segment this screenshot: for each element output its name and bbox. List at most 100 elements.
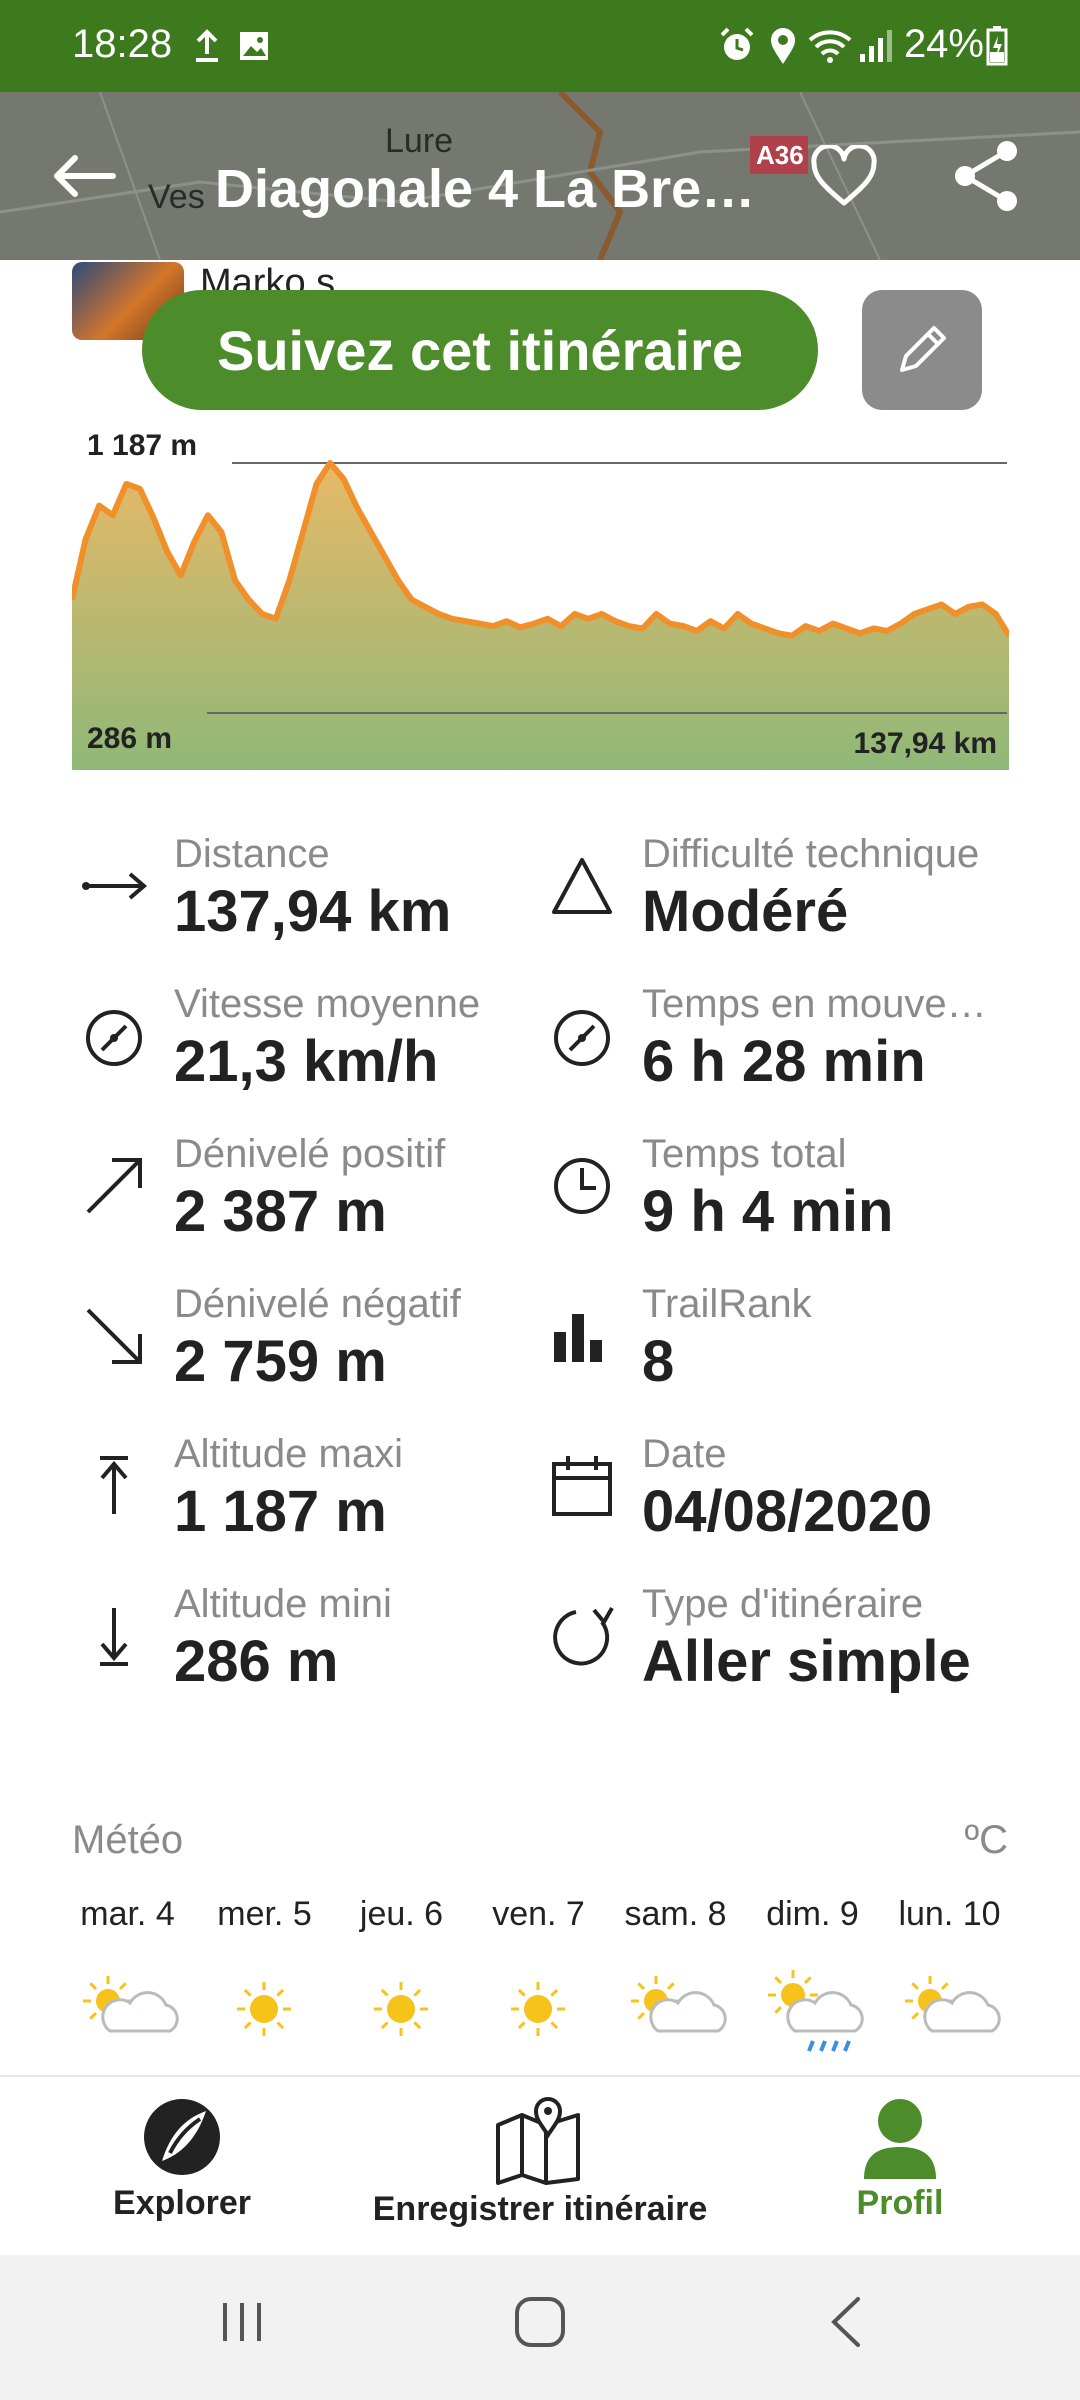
header-bar: Lure Ves A36 Diagonale 4 La Bre… xyxy=(0,92,1080,260)
arrow-up-bar-icon xyxy=(100,1456,128,1514)
elevation-profile-chart[interactable]: 1 187 m 286 m 137,94 km xyxy=(72,430,1009,770)
weather-unit[interactable]: ºC xyxy=(965,1818,1009,1863)
sun-cloud-icon xyxy=(905,1976,1001,2033)
system-navigation-bar xyxy=(0,2255,1080,2400)
stat-denivele-negatif: Dénivelé négatif 2 759 m xyxy=(78,1282,548,1422)
alarm-icon xyxy=(720,27,754,60)
stat-label: Temps en mouve… xyxy=(642,982,987,1026)
stat-label: Dénivelé négatif xyxy=(174,1282,461,1326)
stat-value: 286 m xyxy=(174,1629,339,1694)
upload-icon xyxy=(196,29,218,62)
stat-label: TrailRank xyxy=(642,1282,812,1326)
stat-label: Distance xyxy=(174,832,330,876)
triangle-icon xyxy=(552,858,612,914)
location-icon xyxy=(771,28,795,64)
map-label-ves: Ves xyxy=(148,178,205,216)
share-button[interactable] xyxy=(942,132,1030,220)
stat-label: Dénivelé positif xyxy=(174,1132,446,1176)
stat-value: 04/08/2020 xyxy=(642,1479,933,1544)
stat-value: Modéré xyxy=(642,879,849,944)
stat-label: Altitude maxi xyxy=(174,1432,403,1476)
stat-altitude-mini: Altitude mini 286 m xyxy=(78,1582,548,1722)
stat-value: 6 h 28 min xyxy=(642,1029,926,1094)
battery-percent: 24% xyxy=(903,22,984,66)
stat-value: 2 759 m xyxy=(174,1329,387,1394)
back-button[interactable] xyxy=(40,132,128,220)
weather-day-label: ven. 7 xyxy=(492,1895,585,1933)
share-icon xyxy=(955,141,1017,211)
weather-day-label: dim. 9 xyxy=(766,1895,859,1933)
favorite-button[interactable] xyxy=(800,132,888,220)
sun-cloud-icon xyxy=(83,1976,179,2033)
stat-value: 8 xyxy=(642,1329,675,1394)
weather-day-label: mer. 5 xyxy=(217,1895,312,1933)
stat-type-d-itineraire: Type d'itinéraire Aller simple xyxy=(546,1582,1016,1722)
explorer-icon xyxy=(144,2099,220,2175)
stat-denivele-positif: Dénivelé positif 2 387 m xyxy=(78,1132,548,1272)
arrow-left-icon xyxy=(54,155,116,197)
chevron-left-icon xyxy=(831,2297,860,2347)
recents-icon xyxy=(223,2303,261,2341)
stat-distance: Distance 137,94 km xyxy=(78,832,548,972)
recents-button[interactable] xyxy=(200,2280,284,2364)
stat-difficulte-technique: Difficulté technique Modéré xyxy=(546,832,1016,972)
system-back-button[interactable] xyxy=(804,2280,888,2364)
speedometer-icon xyxy=(554,1010,610,1066)
pencil-icon xyxy=(900,326,946,372)
sun-icon xyxy=(511,1982,565,2036)
distance-arrow-icon xyxy=(82,872,148,900)
stat-vitesse-moyenne: Vitesse moyenne 21,3 km/h xyxy=(78,982,548,1122)
clock-icon xyxy=(554,1158,610,1214)
sun-cloud-icon xyxy=(631,1976,727,2033)
map-label-lure: Lure xyxy=(385,122,453,160)
max-altitude-label: 1 187 m xyxy=(87,430,197,462)
arrow-down-bar-icon xyxy=(100,1608,128,1666)
map-road-label: A36 xyxy=(756,140,804,170)
speedometer-icon xyxy=(86,1010,142,1066)
weather-title: Météo xyxy=(72,1818,184,1862)
status-bar: 18:28 24% xyxy=(0,0,1080,92)
sun-icon xyxy=(374,1982,428,2036)
weather-day-label: lun. 10 xyxy=(898,1895,1001,1933)
home-icon xyxy=(515,2297,565,2347)
page-title: Diagonale 4 La Bre… xyxy=(215,159,756,219)
stat-date: Date 04/08/2020 xyxy=(546,1432,1016,1572)
distance-label: 137,94 km xyxy=(854,727,997,760)
stat-altitude-maxi: Altitude maxi 1 187 m xyxy=(78,1432,548,1572)
image-icon xyxy=(240,32,268,60)
arrow-up-right-icon xyxy=(86,1158,142,1214)
stat-value: 9 h 4 min xyxy=(642,1179,894,1244)
nav-profile[interactable]: Profil xyxy=(820,2095,980,2223)
sun-rain-icon xyxy=(768,1970,864,2052)
nav-profile-label: Profil xyxy=(856,2184,944,2222)
arrow-down-right-icon xyxy=(86,1308,142,1364)
min-altitude-label: 286 m xyxy=(87,722,172,755)
edit-button[interactable] xyxy=(862,290,982,410)
nav-record[interactable]: Enregistrer itinéraire xyxy=(370,2095,710,2229)
sun-icon xyxy=(237,1982,291,2036)
home-button[interactable] xyxy=(498,2280,582,2364)
follow-route-button[interactable]: Suivez cet itinéraire xyxy=(142,290,818,410)
stat-label: Date xyxy=(642,1432,727,1476)
nav-record-label: Enregistrer itinéraire xyxy=(372,2190,708,2228)
battery-charging-icon xyxy=(986,26,1008,66)
person-icon xyxy=(864,2099,936,2179)
signal-icon xyxy=(860,30,892,62)
wifi-icon xyxy=(808,30,852,63)
weather-day-label: mar. 4 xyxy=(80,1895,175,1933)
stat-value: Aller simple xyxy=(642,1629,971,1694)
stat-label: Temps total xyxy=(642,1132,847,1176)
stat-value: 21,3 km/h xyxy=(174,1029,439,1094)
nav-explorer[interactable]: Explorer xyxy=(102,2095,262,2223)
stat-value: 1 187 m xyxy=(174,1479,387,1544)
stat-value: 137,94 km xyxy=(174,879,452,944)
bar-chart-icon xyxy=(554,1314,602,1362)
weather-day-label: sam. 8 xyxy=(624,1895,727,1933)
map-pin-icon xyxy=(496,2097,580,2185)
stat-trailrank: TrailRank 8 xyxy=(546,1282,1016,1422)
stat-value: 2 387 m xyxy=(174,1179,387,1244)
stat-label: Altitude mini xyxy=(174,1582,392,1626)
nav-explorer-label: Explorer xyxy=(113,2184,251,2222)
stat-label: Difficulté technique xyxy=(642,832,980,876)
stat-temps-en-mouve: Temps en mouve… 6 h 28 min xyxy=(546,982,1016,1122)
